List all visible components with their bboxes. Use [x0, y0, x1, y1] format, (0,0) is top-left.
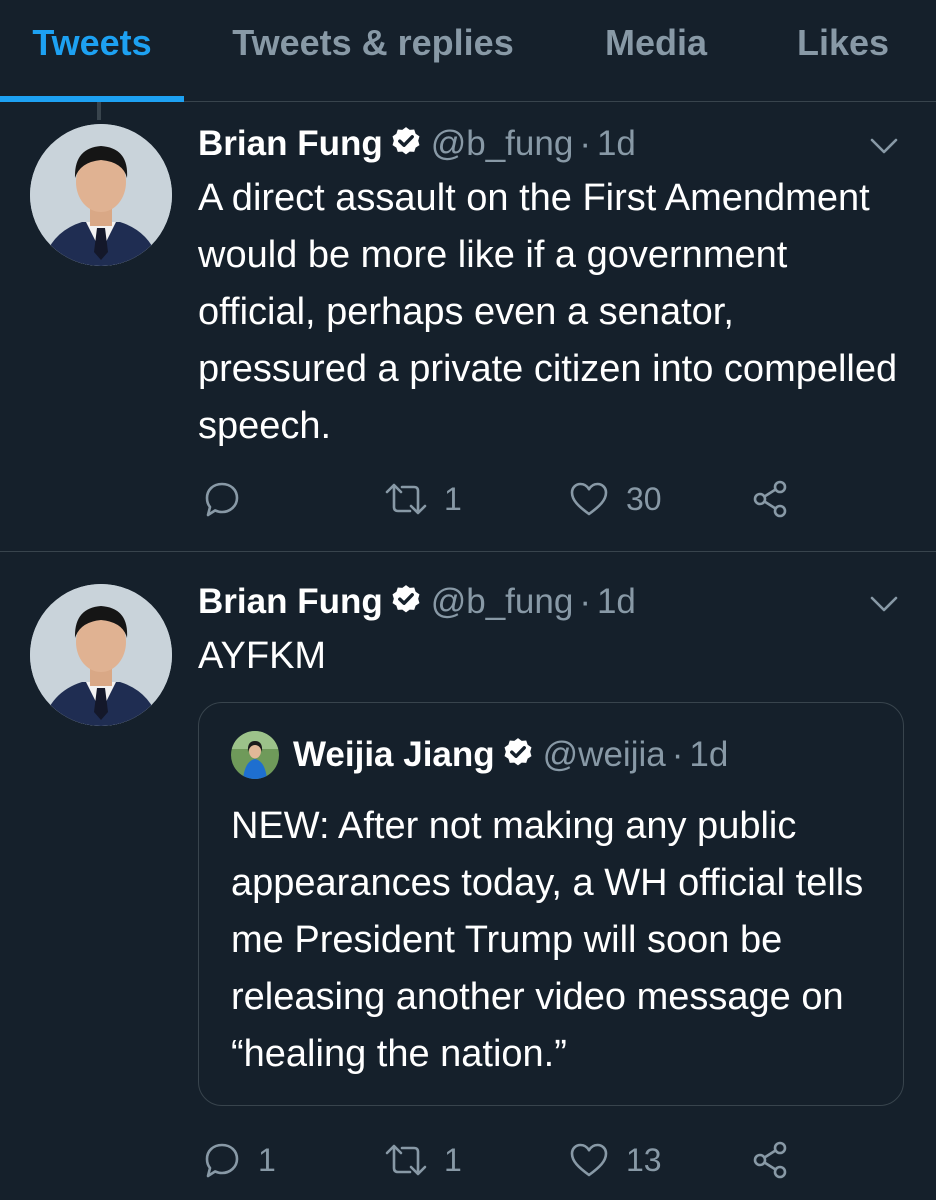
verified-badge-icon: [389, 581, 423, 615]
separator-dot: ·: [579, 124, 591, 163]
heart-icon: [568, 479, 610, 519]
tweet[interactable]: Brian Fung @b_fung · 1d A direct assault on…: [0, 102, 936, 552]
thread-connector: [97, 102, 101, 120]
tweet-timestamp[interactable]: 1d: [597, 582, 636, 621]
separator-dot: ·: [579, 582, 591, 621]
reply-icon: [202, 479, 242, 519]
reply-button[interactable]: [202, 474, 258, 524]
reply-count: 1: [258, 1141, 276, 1178]
quoted-author-name[interactable]: Weijia Jiang: [293, 735, 495, 774]
quoted-tweet-timestamp: 1d: [689, 735, 729, 774]
like-button[interactable]: 13: [568, 1135, 662, 1185]
avatar[interactable]: [231, 731, 279, 779]
retweet-icon: [384, 479, 428, 519]
tab-tweets[interactable]: Tweets: [0, 0, 184, 102]
avatar[interactable]: [30, 584, 172, 726]
retweet-count: 1: [444, 480, 462, 517]
profile-tabs: Tweets Tweets & replies Media Likes: [0, 0, 936, 102]
heart-icon: [568, 1140, 610, 1180]
tab-tweets-and-replies[interactable]: Tweets & replies: [190, 0, 556, 102]
like-count: 30: [626, 480, 662, 517]
reply-icon: [202, 1140, 242, 1180]
tweet-header: Brian Fung @b_fung · 1d: [198, 119, 636, 169]
retweet-button[interactable]: 1: [384, 474, 462, 524]
author-name[interactable]: Brian Fung: [198, 124, 383, 163]
tweet-text: A direct assault on the First Amendment …: [198, 177, 898, 447]
share-icon: [750, 1139, 792, 1181]
quoted-author-handle[interactable]: @weijia: [543, 735, 666, 774]
tweet-timestamp[interactable]: 1d: [597, 124, 636, 163]
share-button[interactable]: [750, 1135, 792, 1185]
tweet[interactable]: Brian Fung @b_fung · 1d AYFKM Weijia Jiang @…: [0, 552, 936, 1200]
like-button[interactable]: 30: [568, 474, 662, 524]
tab-likes[interactable]: Likes: [758, 0, 928, 102]
avatar[interactable]: [30, 124, 172, 266]
retweet-button[interactable]: 1: [384, 1135, 462, 1185]
tweet-actions: 1 1 13: [198, 1135, 918, 1185]
tweet-header: Brian Fung @b_fung · 1d: [198, 577, 636, 627]
author-handle[interactable]: @b_fung: [431, 124, 574, 163]
share-button[interactable]: [750, 474, 792, 524]
share-icon: [750, 478, 792, 520]
author-handle[interactable]: @b_fung: [431, 582, 574, 621]
retweet-count: 1: [444, 1141, 462, 1178]
quoted-tweet-text: NEW: After not making any public appeara…: [231, 805, 864, 1075]
author-name[interactable]: Brian Fung: [198, 582, 383, 621]
quoted-tweet-header: Weijia Jiang @weijia · 1d: [293, 730, 728, 780]
retweet-icon: [384, 1140, 428, 1180]
chevron-down-icon[interactable]: [866, 128, 902, 164]
quoted-tweet[interactable]: Weijia Jiang @weijia · 1d NEW: After not ma…: [198, 702, 904, 1106]
like-count: 13: [626, 1141, 662, 1178]
separator-dot: ·: [671, 735, 684, 774]
verified-badge-icon: [389, 123, 423, 157]
tweet-actions: 1 30: [198, 474, 918, 524]
tweet-text: AYFKM: [198, 635, 327, 677]
tab-media[interactable]: Media: [568, 0, 744, 102]
reply-button[interactable]: 1: [202, 1135, 276, 1185]
chevron-down-icon[interactable]: [866, 586, 902, 622]
verified-badge-icon: [501, 734, 535, 768]
